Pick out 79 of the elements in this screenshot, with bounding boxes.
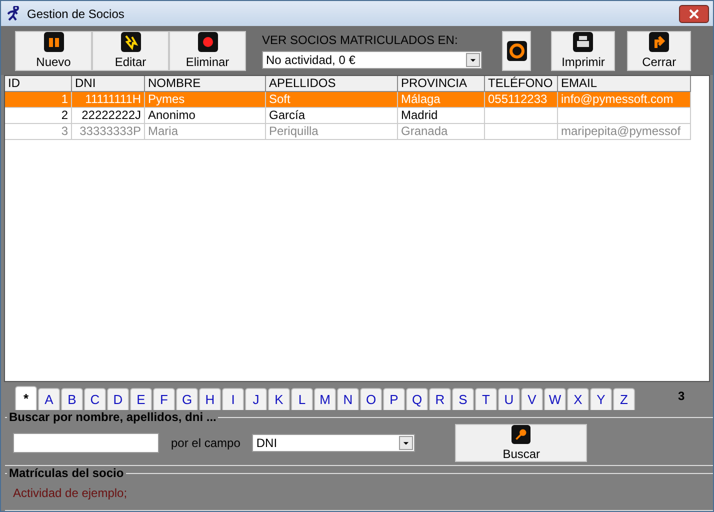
column-header[interactable]: TELÉFONO <box>485 76 558 92</box>
search-field[interactable] <box>13 433 159 453</box>
print-button[interactable]: Imprimir <box>551 30 616 70</box>
letter-tab[interactable]: U <box>498 388 520 410</box>
table-cell: 055112233 <box>488 92 548 106</box>
recycle-button[interactable] <box>502 30 532 70</box>
table-cell: Granada <box>401 124 448 138</box>
column-header[interactable]: PROVINCIA <box>398 76 485 92</box>
letter-tab[interactable]: T <box>475 388 497 410</box>
table-cell: García <box>269 108 306 122</box>
letter-tab[interactable]: Y <box>590 388 612 410</box>
table-cell: 33333333P <box>80 124 141 138</box>
delete-button[interactable]: Eliminar <box>169 30 246 70</box>
table-cell: info@pymessoft.com <box>561 92 674 106</box>
column-header[interactable]: APELLIDOS <box>266 76 398 92</box>
app-icon <box>5 6 21 22</box>
search-button[interactable]: Buscar <box>455 424 588 462</box>
letter-tab[interactable]: L <box>291 388 313 410</box>
letter-tab[interactable]: Q <box>406 388 428 410</box>
table-cell: 11111111H <box>85 92 141 106</box>
letter-tab[interactable]: D <box>107 388 129 410</box>
letter-tab[interactable]: F <box>153 388 175 410</box>
table-cell: Málaga <box>401 92 440 106</box>
letter-tab[interactable]: G <box>176 388 198 410</box>
letter-tab[interactable]: A <box>38 388 60 410</box>
column-header[interactable]: EMAIL <box>558 76 691 92</box>
table-cell: Soft <box>269 92 290 106</box>
letter-tab[interactable]: W <box>544 388 566 410</box>
letter-tab[interactable]: I <box>222 388 244 410</box>
letter-tab[interactable]: C <box>84 388 106 410</box>
table-row[interactable]: 2 22222222J Anonimo García Madrid <box>5 108 709 124</box>
letter-tab[interactable]: M <box>314 388 336 410</box>
letter-tab[interactable]: J <box>245 388 267 410</box>
close-button[interactable]: Cerrar <box>627 30 692 70</box>
letter-tab[interactable]: S <box>452 388 474 410</box>
two-figures-icon <box>44 32 64 52</box>
printer-icon <box>573 32 594 52</box>
table-row[interactable]: 3 33333333P Maria Periquilla Granada maripepita@pymessof <box>5 124 709 140</box>
activity-dropdown[interactable]: No actividad, 0 € <box>262 50 482 68</box>
table-cell: Madrid <box>401 108 438 122</box>
table-cell: maripepita@pymessof <box>561 124 681 138</box>
filter-label: VER SOCIOS MATRICULADOS EN: <box>262 32 459 46</box>
letter-tab[interactable]: Z <box>613 388 635 410</box>
table-cell: 1 <box>61 92 68 106</box>
table-cell: 2 <box>61 108 68 122</box>
letter-tab[interactable]: R <box>429 388 451 410</box>
enrollment-text: Actividad de ejemplo; <box>13 486 128 500</box>
letter-tab[interactable]: * <box>15 386 37 410</box>
close-icon <box>689 8 699 18</box>
table-cell: 22222222J <box>82 108 141 122</box>
table-cell: Pymes <box>148 92 185 106</box>
lightning-icon <box>120 32 140 52</box>
letter-tab[interactable]: O <box>360 388 382 410</box>
field-dropdown[interactable]: DNI <box>252 434 416 452</box>
ring-icon <box>506 40 527 60</box>
field-label: por el campo <box>171 436 240 450</box>
new-button[interactable]: Nuevo <box>15 30 92 70</box>
close-button[interactable] <box>679 4 709 22</box>
table-cell: Periquilla <box>269 124 318 138</box>
letter-tab[interactable]: X <box>567 388 589 410</box>
search-title: Buscar por nombre, apellidos, dni ... <box>8 410 218 424</box>
magnifier-icon <box>511 425 532 444</box>
window-title: Gestion de Socios <box>27 6 126 20</box>
table-cell: 3 <box>61 124 68 138</box>
record-count: 3 <box>678 389 685 403</box>
letter-tab[interactable]: E <box>130 388 152 410</box>
letter-tab[interactable]: B <box>61 388 83 410</box>
column-header[interactable]: NOMBRE <box>145 76 266 92</box>
letter-tab[interactable]: H <box>199 388 221 410</box>
letter-tab[interactable]: K <box>268 388 290 410</box>
table-cell: Anonimo <box>148 108 196 122</box>
letter-tab[interactable]: V <box>521 388 543 410</box>
enrollments-title: Matrículas del socio <box>8 466 125 480</box>
letter-tab[interactable]: P <box>383 388 405 410</box>
letter-tab[interactable]: N <box>337 388 359 410</box>
column-header[interactable]: ID <box>5 76 72 92</box>
table-cell: Maria <box>148 124 178 138</box>
edit-button[interactable]: Editar <box>92 30 169 70</box>
column-header[interactable]: DNI <box>72 76 145 92</box>
